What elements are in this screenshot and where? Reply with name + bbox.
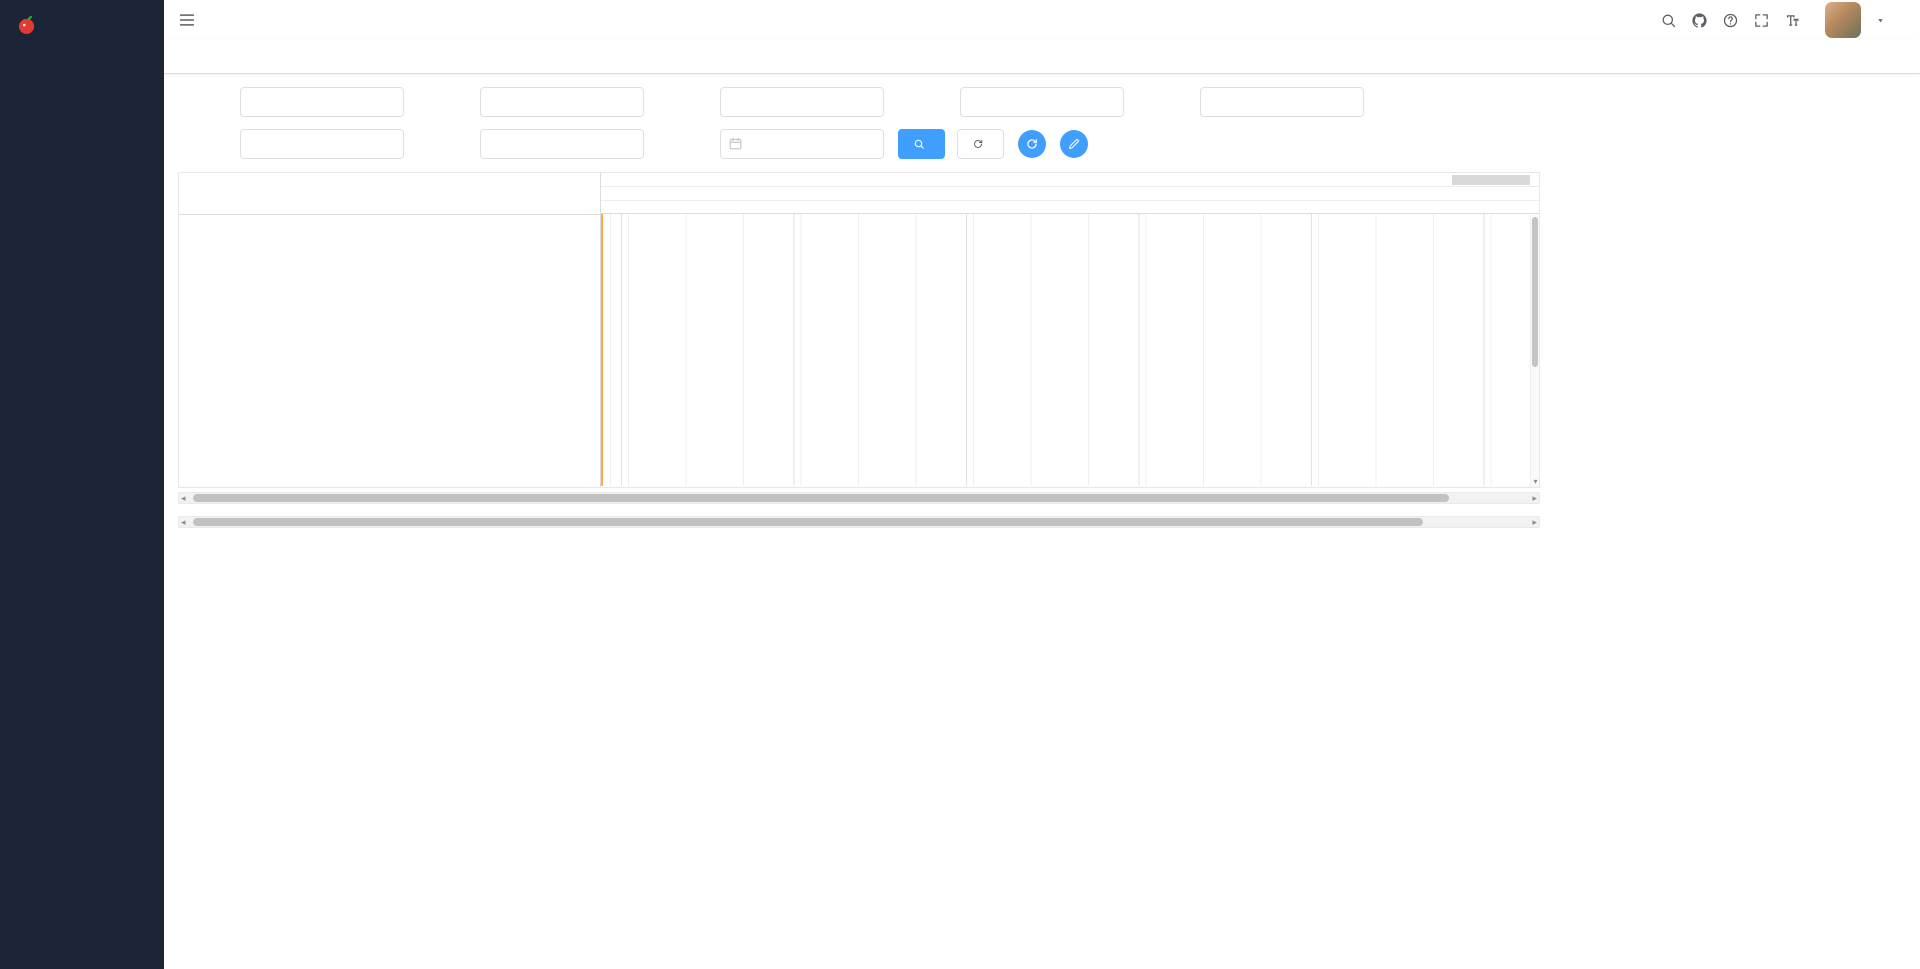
- order-code-input[interactable]: [240, 87, 404, 117]
- question-icon[interactable]: [1722, 12, 1739, 29]
- table-horizontal-scrollbar[interactable]: ◂ ▸: [178, 516, 1540, 528]
- calendar-icon: [728, 136, 743, 151]
- customer-code-input[interactable]: [240, 129, 404, 159]
- scroll-down-arrow-icon[interactable]: ▾: [1531, 477, 1540, 487]
- scroll-left-arrow-icon[interactable]: ◂: [181, 517, 186, 528]
- fullscreen-icon[interactable]: [1753, 12, 1770, 29]
- gantt-time-header: [601, 201, 1539, 214]
- product-name-input[interactable]: [1200, 87, 1364, 117]
- source-doc-input[interactable]: [720, 87, 884, 117]
- tab-bar: [164, 40, 1920, 74]
- scrollbar-thumb[interactable]: [1532, 217, 1538, 367]
- gantt-today-line: [601, 214, 603, 486]
- reset-button[interactable]: [957, 129, 1004, 159]
- scrollbar-thumb[interactable]: [193, 494, 1449, 502]
- product-code-input[interactable]: [960, 87, 1124, 117]
- filter-row-1: [178, 86, 1568, 118]
- filter-order-name: [418, 87, 658, 117]
- scroll-right-arrow-icon[interactable]: ▸: [1532, 493, 1537, 504]
- avatar[interactable]: [1825, 2, 1861, 38]
- navbar-actions: [1660, 2, 1920, 38]
- search-button[interactable]: [898, 129, 945, 159]
- app-logo: [0, 0, 164, 50]
- customer-name-input[interactable]: [480, 129, 644, 159]
- font-size-icon[interactable]: [1784, 12, 1801, 29]
- filter-customer-code: [178, 129, 418, 159]
- top-navbar: [164, 0, 1920, 40]
- filter-product-code: [898, 87, 1138, 117]
- scrollbar-thumb[interactable]: [193, 518, 1423, 526]
- filter-due-date: [658, 129, 898, 159]
- hamburger-icon[interactable]: [178, 11, 196, 29]
- edit-button[interactable]: [1060, 130, 1088, 158]
- main-content: ▾ ◂ ▸ ◂ ▸: [178, 74, 1568, 528]
- gantt-vertical-scrollbar[interactable]: ▾: [1530, 215, 1539, 487]
- gantt-table-body: [179, 215, 600, 487]
- filter-product-name: [1138, 87, 1378, 117]
- filter-source-doc: [658, 87, 898, 117]
- gantt-body: [601, 214, 1539, 486]
- scroll-right-arrow-icon[interactable]: ▸: [1532, 517, 1537, 528]
- filter-customer-name: [418, 129, 658, 159]
- gantt-timeline: ▾: [601, 173, 1539, 487]
- gantt-chart: ▾: [178, 172, 1540, 488]
- gantt-day-header: [601, 187, 1539, 201]
- due-date-input[interactable]: [720, 129, 884, 159]
- filter-form: [178, 86, 1568, 160]
- sidebar: [0, 0, 164, 969]
- scroll-left-arrow-icon[interactable]: ◂: [181, 493, 186, 504]
- refresh-button[interactable]: [1018, 130, 1046, 158]
- logo-icon: [16, 14, 38, 36]
- gantt-next-week-block: [1452, 175, 1530, 185]
- gantt-week-header: [601, 173, 1539, 187]
- caret-down-icon[interactable]: [1875, 15, 1886, 26]
- search-icon[interactable]: [1660, 12, 1677, 29]
- filter-row-2: [178, 128, 1568, 160]
- filter-order-code: [178, 87, 418, 117]
- gantt-horizontal-scrollbar[interactable]: ◂ ▸: [178, 492, 1540, 504]
- order-name-input[interactable]: [480, 87, 644, 117]
- gantt-table-header: [179, 173, 600, 215]
- github-icon[interactable]: [1691, 12, 1708, 29]
- gantt-task-table: [179, 173, 601, 487]
